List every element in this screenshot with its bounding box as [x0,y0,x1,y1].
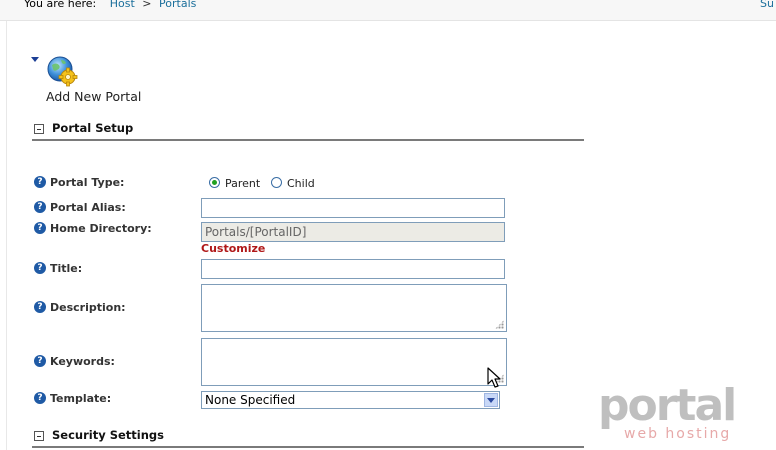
add-new-portal-link[interactable]: Add New Portal [46,89,141,104]
customize-link[interactable]: Customize [201,242,265,255]
section-divider [32,446,584,448]
title-label: Title: [50,262,83,275]
home-directory-input[interactable] [201,222,505,242]
watermark-tagline: web hosting [624,426,731,442]
globe-gear-icon[interactable] [46,55,78,87]
description-textarea[interactable] [201,284,507,332]
watermark-word: portal [598,380,735,431]
breadcrumb-link-host[interactable]: Host [110,0,135,10]
portal-web-hosting-watermark: portal web hosting [598,380,737,442]
section-title[interactable]: Security Settings [52,428,164,442]
section-security-settings: Security Settings [32,428,584,448]
template-selected-value: None Specified [205,393,296,407]
description-label: Description: [50,301,126,314]
section-title[interactable]: Portal Setup [52,121,133,135]
portal-alias-label: Portal Alias: [50,201,126,214]
resize-grip-icon[interactable] [495,320,504,329]
keywords-textarea[interactable] [201,338,507,386]
content-left-border [6,21,7,450]
collapse-toggle-icon[interactable] [34,124,44,134]
header-right-link[interactable]: Su [760,0,774,10]
breadcrumb-link-portals[interactable]: Portals [159,0,196,10]
help-icon[interactable]: ? [34,301,46,313]
template-label: Template: [50,392,112,405]
help-icon[interactable]: ? [34,222,46,234]
breadcrumb-prefix: You are here: [24,0,97,10]
mouse-pointer-icon [487,367,501,388]
template-select[interactable]: None Specified [201,391,500,409]
help-icon[interactable]: ? [34,176,46,188]
title-input[interactable] [201,259,505,279]
radio-parent[interactable] [209,177,220,188]
help-icon[interactable]: ? [34,262,46,274]
radio-child-label[interactable]: Child [287,177,315,190]
portal-type-label: Portal Type: [50,176,125,189]
help-icon[interactable]: ? [34,201,46,213]
breadcrumb: You are here: Host > Portals [24,0,196,11]
section-divider [32,139,584,141]
collapse-arrow-icon[interactable] [31,57,39,62]
portal-alias-input[interactable] [201,198,505,218]
keywords-label: Keywords: [50,355,115,368]
help-icon[interactable]: ? [34,355,46,367]
collapse-toggle-icon[interactable] [34,431,44,441]
breadcrumb-separator: > [142,0,152,10]
radio-parent-label[interactable]: Parent [225,177,260,190]
chevron-down-icon[interactable] [484,393,498,407]
radio-child[interactable] [271,177,282,188]
home-directory-label: Home Directory: [50,222,152,235]
help-icon[interactable]: ? [34,392,46,404]
breadcrumb-bar: You are here: Host > Portals Su [0,0,776,21]
section-portal-setup: Portal Setup [32,121,584,141]
